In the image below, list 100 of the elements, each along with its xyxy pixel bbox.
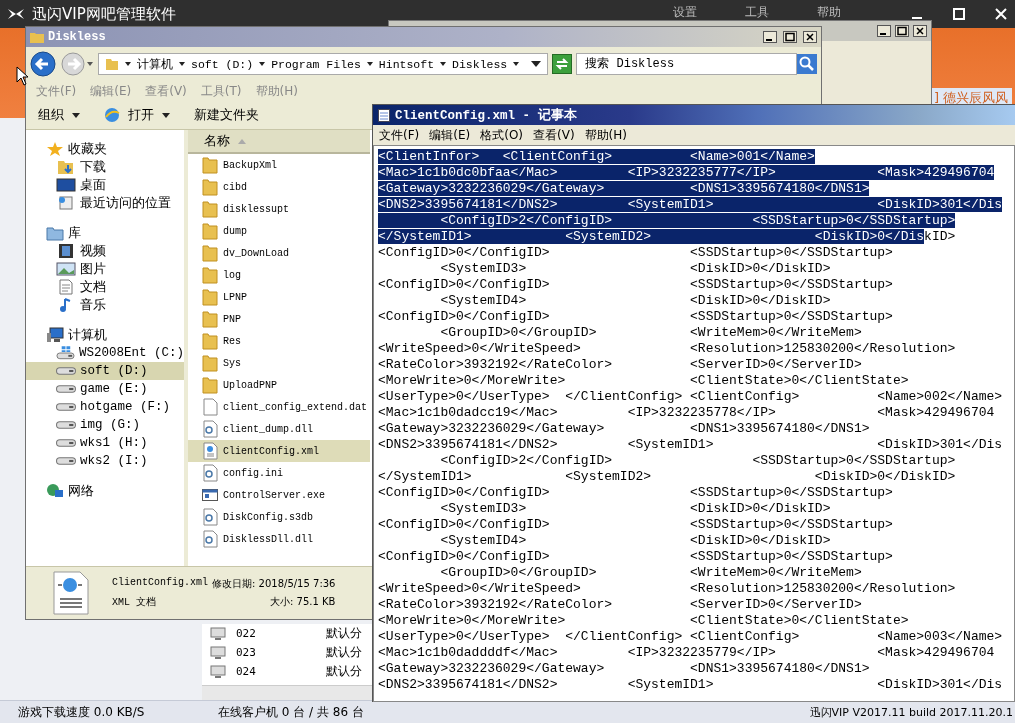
nav-item[interactable]: 桌面 (26, 176, 184, 194)
modified-date: 修改日期: 2018/5/15 7:36 (212, 577, 336, 591)
file-item[interactable]: DiskConfig.s3db (188, 506, 370, 528)
scrollbar[interactable] (202, 685, 372, 700)
address-bar[interactable]: 计算机 soft (D:) Program Files Hintsoft Diskless (98, 53, 549, 75)
chevron-icon[interactable] (440, 61, 447, 67)
file-item[interactable]: PNP (188, 308, 370, 330)
chevron-icon[interactable] (366, 61, 373, 67)
breadcrumb-item[interactable]: Diskless (452, 57, 508, 71)
toolbar-button[interactable]: 组织 (34, 104, 84, 126)
text-line: <RateColor>3932192</RateColor> <ServerID>0</ServerID> (378, 597, 863, 613)
chevron-icon[interactable] (179, 61, 185, 67)
text-line: <SystemID3> <DiskID>0</DiskID> (439, 261, 832, 277)
folder-icon (202, 222, 218, 240)
file-item[interactable]: Res (188, 330, 370, 352)
menu-item[interactable]: 帮助(H) (584, 126, 627, 144)
file-item[interactable]: cibd (188, 176, 370, 198)
file-item[interactable]: client_config_extend.dat (188, 396, 370, 418)
breadcrumb-item[interactable]: Program Files (271, 57, 361, 71)
file-item[interactable]: ControlServer.exe (188, 484, 370, 506)
app-menu-item[interactable]: 工具 (745, 4, 769, 21)
breadcrumb-item[interactable]: 计算机 (137, 56, 173, 72)
file-item[interactable]: Sys (188, 352, 370, 374)
computer-icon (46, 327, 64, 343)
nav-item[interactable]: 图片 (26, 260, 184, 278)
file-item[interactable]: UploadPNP (188, 374, 370, 396)
chevron-icon[interactable] (513, 61, 520, 67)
download-folder-icon (56, 159, 76, 175)
caret-icon (72, 112, 80, 118)
file-item[interactable]: log (188, 264, 370, 286)
chevron-icon[interactable] (125, 61, 131, 67)
search-icon[interactable] (797, 54, 817, 74)
nav-item[interactable]: wks1 (H:) (26, 434, 184, 452)
nav-item[interactable]: 视频 (26, 242, 184, 260)
column-header[interactable]: 名称 (188, 130, 370, 154)
file-item[interactable]: disklessupt (188, 198, 370, 220)
table-cell-text: 022 (236, 627, 257, 640)
toolbar-button[interactable]: 新建文件夹 (190, 104, 263, 126)
nav-item[interactable]: 文档 (26, 278, 184, 296)
toolbar-button[interactable]: 打开 (100, 104, 174, 126)
close-icon[interactable] (803, 31, 817, 43)
nav-group[interactable]: 网络 (26, 482, 184, 500)
minimize-icon[interactable] (763, 31, 777, 43)
menu-item[interactable]: 编辑(E) (429, 126, 471, 144)
status-text: 迅闪VIP V2017.11 build 2017.11.20.1 (809, 704, 1013, 720)
text-line: <DNS2>3395674181</DNS2> <SystemID1> <DiskID>301</Dis (378, 677, 1004, 693)
globe-document-icon (50, 571, 90, 615)
nav-item[interactable]: WS2008Ent (C:) (26, 344, 184, 362)
logo-icon (8, 7, 24, 21)
notepad-icon (377, 108, 391, 122)
nav-item[interactable]: game (E:) (26, 380, 184, 398)
minimize-icon[interactable] (877, 25, 891, 37)
close-icon[interactable] (913, 25, 927, 37)
refresh-icon[interactable] (552, 54, 573, 74)
text-line: <ConfigID>2</ConfigID> <SSDStartup>0</SSDStartup> (439, 453, 957, 469)
folder-icon (202, 332, 218, 350)
nav-item[interactable]: wks2 (I:) (26, 452, 184, 470)
file-size: 大小: 75.1 KB (270, 595, 336, 609)
app-menu-item[interactable]: 帮助 (817, 4, 841, 21)
menu-item[interactable]: 查看(V) (533, 126, 575, 144)
breadcrumb-item[interactable]: soft (D:) (191, 57, 254, 71)
dropdown-icon[interactable] (531, 61, 542, 67)
file-item[interactable]: BackupXml (188, 154, 370, 176)
window-title: ClientConfig.xml - 记事本 (395, 107, 577, 124)
table-cell: 默认分 (326, 663, 362, 680)
nav-group[interactable]: 收藏夹 (26, 140, 184, 158)
folder-icon (30, 31, 44, 43)
nav-item[interactable]: 最近访问的位置 (26, 194, 184, 212)
text-line: <WriteSpeed>0</WriteSpeed> <Resolution>125830200</Resolution> (378, 341, 957, 357)
drive-icon (56, 367, 76, 375)
menu-item[interactable]: 文件(F) (379, 126, 420, 144)
nav-group[interactable]: 库 (26, 224, 184, 242)
file-item[interactable]: dump (188, 220, 370, 242)
nav-item[interactable]: 音乐 (26, 296, 184, 314)
chevron-icon[interactable] (259, 61, 266, 67)
file-item[interactable]: client_dump.dll (188, 418, 370, 440)
maximize-icon[interactable] (783, 31, 797, 43)
maximize-icon[interactable] (895, 25, 909, 37)
nav-item[interactable]: hotgame (F:) (26, 398, 184, 416)
file-item[interactable]: ClientConfig.xml (188, 440, 370, 462)
app-menu-item[interactable]: 设置 (673, 4, 697, 21)
file-item[interactable]: DisklessDll.dll (188, 528, 370, 550)
caret-icon (162, 112, 170, 118)
star-icon (46, 141, 64, 157)
back-icon[interactable] (30, 51, 56, 77)
nav-item[interactable]: 下载 (26, 158, 184, 176)
folder-icon (202, 200, 218, 218)
nav-group[interactable]: 计算机 (26, 326, 184, 344)
text-line: <Mac>1c1b0daddddf</Mac> <IP>3232235779</IP> <Mask>429496704 (378, 645, 996, 661)
file-item[interactable]: config.ini (188, 462, 370, 484)
breadcrumb-item[interactable]: Hintsoft (378, 57, 435, 71)
text-line: <ConfigID>0</ConfigID> <SSDStartup>0</SSDStartup> (378, 549, 894, 565)
nav-item[interactable]: soft (D:) (26, 362, 184, 380)
sort-icon (238, 138, 246, 144)
menu-item[interactable]: 格式(O) (480, 126, 524, 144)
file-item[interactable]: dv_DownLoad (188, 242, 370, 264)
globe-document-icon (202, 442, 218, 460)
nav-item[interactable]: img (G:) (26, 416, 184, 434)
file-item[interactable]: LPNP (188, 286, 370, 308)
search-field[interactable]: 搜索 Diskless (576, 53, 797, 75)
